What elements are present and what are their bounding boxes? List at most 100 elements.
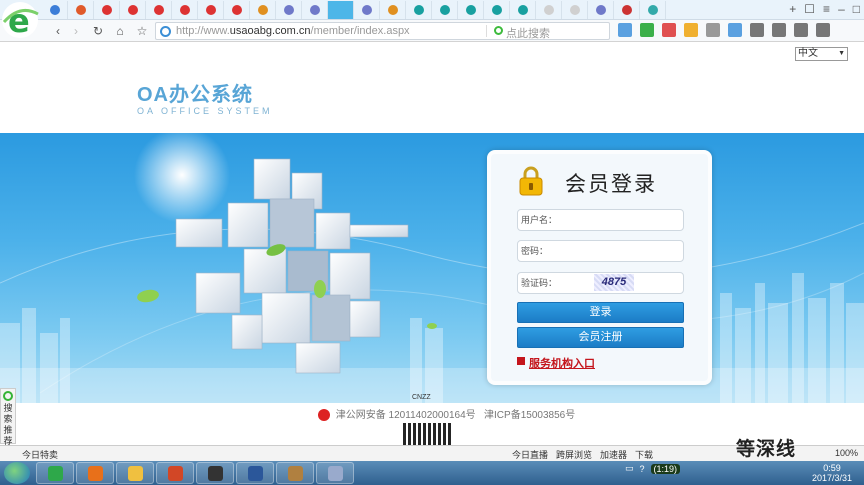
zoom-icon[interactable] [728,23,742,37]
browser-tab[interactable] [536,1,562,19]
tray-keyboard-icon[interactable]: ▭ [625,463,634,474]
cnzz-badge[interactable]: CNZZ [412,394,431,401]
status-items: 今日直播 跨屏浏览 加速器 下载 [512,448,653,461]
browser-tab[interactable] [198,1,224,19]
mobile-icon[interactable] [794,23,808,37]
refresh-icon[interactable]: ↻ [90,23,106,39]
address-bar[interactable]: http://www.usaoabg.com.cn/member/index.a… [155,22,610,40]
banner-illustration [0,133,864,403]
tab-favicon-icon [465,5,476,15]
username-input[interactable]: 用户名： [517,209,684,231]
browser-tab[interactable] [276,1,302,19]
browser-tab[interactable] [146,1,172,19]
home-icon[interactable]: ⌂ [112,23,128,39]
browser-logo-icon[interactable]: e [0,0,42,42]
tray-timer[interactable]: (1:19) [650,463,681,474]
taskbar-image[interactable] [276,462,314,484]
tab-favicon-icon [569,5,580,15]
search-recommend-tab[interactable]: 搜索推荐 [0,388,16,446]
mail-icon[interactable] [706,23,720,37]
taskbar-firefox[interactable] [76,462,114,484]
screenshot-icon[interactable] [684,23,698,37]
browser-tab[interactable] [224,1,250,19]
system-clock[interactable]: 0:59 2017/3/31 [812,463,852,483]
apps-icon[interactable] [618,23,632,37]
taskbar-app[interactable] [316,462,354,484]
maximize-icon[interactable]: □ [853,2,860,16]
tab-favicon-icon [101,5,112,15]
browser-tab[interactable] [120,1,146,19]
clock-time: 0:59 [823,463,841,473]
captcha-image[interactable]: 4875 [594,274,634,291]
favorite-star-icon[interactable]: ☆ [134,23,150,39]
browser-tab[interactable] [588,1,614,19]
svg-text:e: e [8,2,30,40]
status-accelerator[interactable]: 加速器 [600,448,627,461]
tab-favicon-icon [75,5,86,15]
captcha-label: 验证码： [521,278,558,288]
menu-icon[interactable]: ≡ [823,2,830,16]
member-login-panel: 会员登录 用户名： 密码： 验证码： 4875 登录 会员注册 服务机构入口 [487,150,712,385]
browser-tab[interactable] [640,1,666,19]
status-download[interactable]: 下载 [635,448,653,461]
navigation-bar: ‹ › ↻ ⌂ ☆ http://www.usaoabg.com.cn/memb… [0,20,864,42]
zoom-level[interactable]: 100% [835,448,858,458]
browser-tab[interactable] [172,1,198,19]
search-recommend-label: 搜索推荐 [3,403,13,446]
browser-tab[interactable] [484,1,510,19]
start-button[interactable] [4,462,30,484]
browser-tab[interactable] [302,1,328,19]
taskbar-explorer[interactable] [116,462,154,484]
qr-code [403,423,451,445]
security-globe-icon [160,26,171,37]
browser-tab[interactable] [354,1,380,19]
status-cross-screen[interactable]: 跨屏浏览 [556,448,592,461]
today-sale-link[interactable]: 今日特卖 [22,448,58,461]
shield-icon[interactable] [640,23,654,37]
adblock-icon[interactable] [662,23,676,37]
search-input[interactable]: 点此搜索 [506,25,550,41]
cloud-icon[interactable] [772,23,786,37]
url-text[interactable]: http://www.usaoabg.com.cn/member/index.a… [176,25,410,37]
language-select[interactable]: 中文 [795,47,848,61]
browser-tab[interactable] [510,1,536,19]
browser-tab[interactable] [406,1,432,19]
browser-tab[interactable] [458,1,484,19]
taskbar-camera[interactable] [196,462,234,484]
brand-title: OA办公系统 [137,84,253,106]
browser-tab[interactable] [432,1,458,19]
new-tab-icon[interactable]: + [789,2,796,16]
browser-tab[interactable] [614,1,640,19]
browser-tab[interactable] [94,1,120,19]
captcha-input[interactable]: 验证码： 4875 [517,272,684,294]
login-button[interactable]: 登录 [517,302,684,323]
tab-favicon-icon [413,5,424,15]
minimize-icon[interactable]: – [838,2,845,16]
taskbar-powerpoint[interactable] [156,462,194,484]
icp-record[interactable]: 津ICP备15003856号 [484,410,575,421]
tab-favicon-icon [595,5,606,15]
settings-icon[interactable] [816,23,830,37]
back-icon[interactable]: ‹ [50,23,66,39]
browser-tab[interactable] [328,1,354,19]
browser-tab[interactable] [250,1,276,19]
lock-icon [519,166,543,196]
browser-tab[interactable] [380,1,406,19]
taskbar-browser[interactable] [36,462,74,484]
browser-tab[interactable] [562,1,588,19]
browser-tab[interactable] [42,1,68,19]
police-record[interactable]: 津公网安备 12011402000164号 [336,410,476,421]
undo-icon[interactable] [750,23,764,37]
browser-status-bar: 今日特卖 今日直播 跨屏浏览 加速器 下载 100% [0,445,864,461]
status-live[interactable]: 今日直播 [512,448,548,461]
password-input[interactable]: 密码： [517,240,684,262]
tab-favicon-icon [517,5,528,15]
tray-help-icon[interactable]: ? [640,464,645,474]
service-agency-link[interactable]: 服务机构入口 [517,355,595,371]
register-button[interactable]: 会员注册 [517,327,684,348]
tab-favicon-icon [153,5,164,15]
browser-tab[interactable] [68,1,94,19]
taskbar-word[interactable] [236,462,274,484]
forward-icon[interactable]: › [68,23,84,39]
skin-icon[interactable]: ☐ [804,2,815,16]
